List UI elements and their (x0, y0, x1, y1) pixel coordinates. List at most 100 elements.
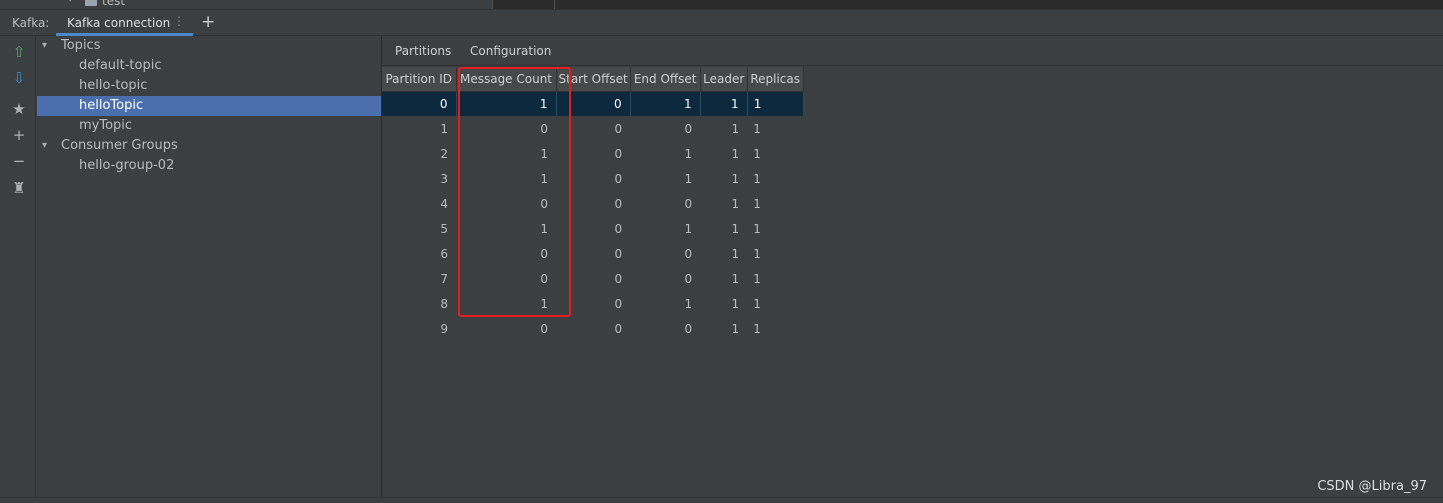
table-cell: 1 (753, 271, 761, 286)
table-cell: 0 (614, 146, 623, 161)
table-cell: 1 (753, 296, 761, 311)
table-cell: 1 (731, 221, 740, 236)
more-vertical-icon[interactable]: ⋮ (173, 14, 185, 28)
tree-item-topic[interactable]: helloTopic (37, 96, 381, 116)
table-cell: 6 (440, 246, 448, 261)
table-cell: 0 (556, 91, 631, 116)
table-cell: 0 (614, 271, 623, 286)
table-row[interactable]: 100011 (382, 116, 803, 141)
table-cell: 1 (731, 296, 740, 311)
table-cell: 0 (540, 246, 548, 261)
table-cell: 1 (456, 91, 557, 116)
remove-icon[interactable]: − (10, 152, 28, 170)
tab-label: Kafka connection (67, 16, 171, 30)
table-row[interactable]: 9 0 0 0 11 (382, 316, 803, 341)
table-cell: 3 (440, 171, 448, 186)
table-cell: 1 (540, 296, 548, 311)
table-row[interactable]: 510111 (382, 216, 803, 241)
table-cell: 1 (731, 321, 740, 336)
table-row[interactable]: 6 0 0 0 11 (382, 241, 803, 266)
tree-node-consumer-groups[interactable]: ▾ Consumer Groups (37, 136, 381, 156)
table-cell: 1 (731, 196, 740, 211)
tree-item-topic[interactable]: myTopic (37, 116, 381, 136)
tab-configuration[interactable]: Configuration (470, 44, 551, 58)
favorite-star-icon[interactable]: ★ (10, 100, 28, 118)
chevron-down-icon[interactable]: ▾ (42, 136, 47, 156)
table-cell: 1 (540, 146, 548, 161)
table-cell: 1 (440, 121, 448, 136)
folder-icon (85, 0, 97, 6)
table-cell: 1 (540, 221, 548, 236)
table-row[interactable]: 7 0 0 0 11 (382, 266, 803, 291)
table-row[interactable]: 310111 (382, 166, 803, 191)
side-toolbar: ⇧ ⇩ ★ + − ♜ (0, 36, 36, 503)
tree-item-consumer-group[interactable]: hello-group-02 (37, 156, 381, 176)
table-cell: 5 (440, 221, 448, 236)
table-row[interactable]: 810111 (382, 291, 803, 316)
export-icon[interactable]: ⇧ (10, 43, 28, 61)
column-header[interactable]: End Offset (630, 67, 701, 92)
tab-kafka-connection[interactable]: Kafka connection ⋮ (56, 10, 193, 36)
table-cell: 0 (614, 121, 623, 136)
table-cell: 0 (684, 321, 693, 336)
tree-item-label: hello-group-02 (79, 158, 175, 173)
partitions-table: Partition ID Message Count Start Offset End… (382, 67, 804, 341)
column-header[interactable]: Replicas (747, 67, 804, 92)
table-cell: 0 (540, 196, 548, 211)
table-cell: 1 (731, 271, 740, 286)
add-tab-button[interactable]: + (201, 12, 215, 32)
column-header[interactable]: Start Offset (556, 67, 631, 92)
table-cell: 1 (684, 171, 693, 186)
add-icon[interactable]: + (10, 126, 28, 144)
table-cell: 1 (540, 171, 548, 186)
table-cell: 1 (753, 171, 761, 186)
connection-tree: ▾ Topics default-topic hello-topic helloTopi… (37, 36, 381, 503)
table-cell: 4 (440, 196, 448, 211)
tree-item-label: Consumer Groups (61, 138, 178, 153)
table-cell: 1 (753, 121, 761, 136)
table-cell: 1 (731, 246, 740, 261)
column-header[interactable]: Partition ID (382, 67, 457, 92)
tree-item-test[interactable]: test (102, 0, 125, 8)
tree-node-topics[interactable]: ▾ Topics (37, 36, 381, 56)
table-cell: 0 (382, 91, 457, 116)
details-tabs: Partitions Configuration (382, 36, 1443, 66)
table-cell: 1 (684, 146, 693, 161)
watermark: CSDN @Libra_97 (1317, 479, 1427, 494)
tool-window-header: Kafka: Kafka connection ⋮ + (0, 9, 1443, 36)
table-cell: 0 (614, 296, 623, 311)
table-row[interactable]: 210111 (382, 141, 803, 166)
table-cell: 1 (731, 121, 740, 136)
import-icon[interactable]: ⇩ (10, 69, 28, 87)
table-cell: 1 (753, 196, 761, 211)
table-cell: 1 (753, 246, 761, 261)
table-header: Partition ID Message Count Start Offset End… (382, 67, 804, 92)
tree-item-topic[interactable]: default-topic (37, 56, 381, 76)
table-cell: 7 (440, 271, 448, 286)
chevron-down-icon[interactable]: ▾ (42, 36, 47, 56)
table-cell: 1 (747, 91, 804, 116)
status-strip (0, 497, 1443, 503)
table-row[interactable]: 010111 (382, 91, 804, 116)
table-cell: 1 (731, 171, 740, 186)
tree-item-label: hello-topic (79, 78, 148, 93)
table-cell: 0 (614, 196, 623, 211)
tree-item-label: helloTopic (79, 98, 144, 113)
tree-item-topic[interactable]: hello-topic (37, 76, 381, 96)
table-cell: 9 (440, 321, 448, 336)
tree-item-label: default-topic (79, 58, 162, 73)
table-cell: 0 (614, 171, 623, 186)
column-header[interactable]: Leader (700, 67, 748, 92)
tab-partitions[interactable]: Partitions (395, 44, 451, 58)
clean-broom-icon[interactable]: ♜ (10, 179, 28, 197)
table-cell: 1 (684, 221, 693, 236)
tree-item-label: Topics (61, 38, 101, 53)
tree-item-label: myTopic (79, 118, 133, 133)
table-cell: 1 (753, 146, 761, 161)
chevron-down-icon: ▾ (68, 0, 73, 5)
table-cell: 8 (440, 296, 448, 311)
table-cell: 0 (684, 271, 693, 286)
table-cell: 0 (614, 221, 623, 236)
table-row[interactable]: 4 0 0 0 11 (382, 191, 803, 216)
column-header[interactable]: Message Count (456, 67, 557, 92)
